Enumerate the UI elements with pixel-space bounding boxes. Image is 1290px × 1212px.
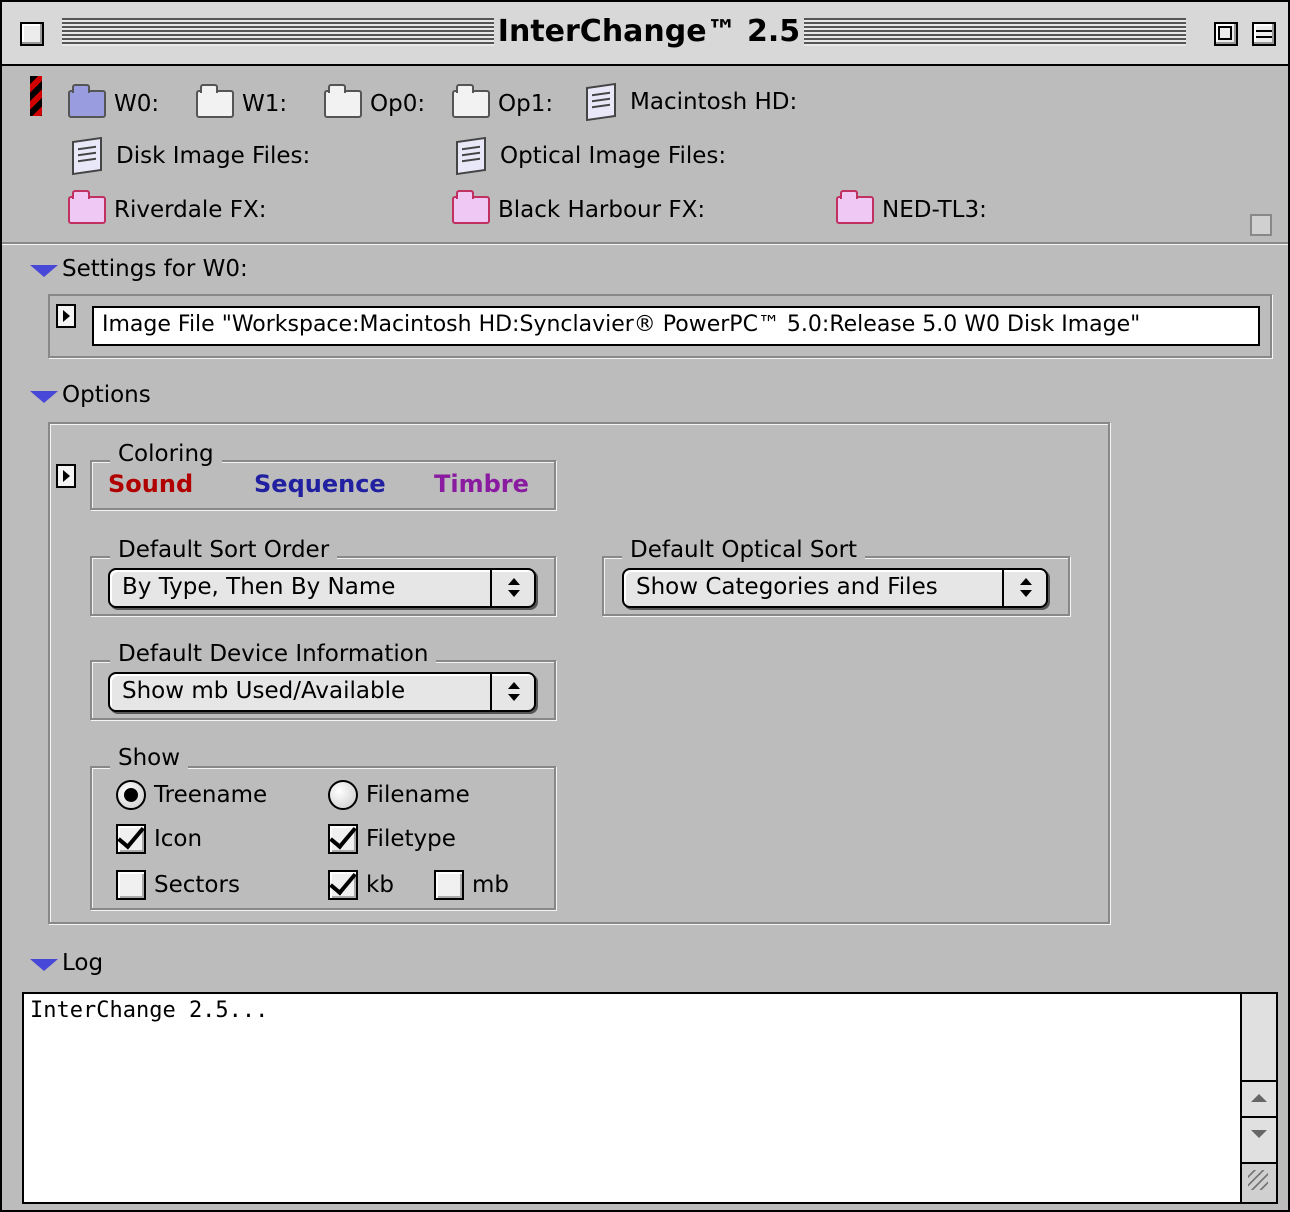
pane-resize-icon[interactable] <box>1250 214 1272 236</box>
disclosure-triangle-icon[interactable] <box>30 959 58 971</box>
device-info-label: Default Device Information <box>110 640 437 668</box>
drag-marker-icon[interactable] <box>30 76 42 116</box>
log-area[interactable]: InterChange 2.5... <box>22 992 1278 1204</box>
device-info-popup[interactable]: Show mb Used/Available <box>108 672 536 712</box>
window-title: InterChange™ 2.5 <box>494 14 804 50</box>
log-text: InterChange 2.5... <box>30 998 269 1023</box>
log-header: Log <box>62 950 104 976</box>
mb-label: mb <box>472 872 510 898</box>
volume-label: W0: <box>114 91 160 117</box>
checkbox-checked-icon[interactable] <box>328 824 358 854</box>
windowshade-box[interactable] <box>1252 22 1276 46</box>
scroll-up-arrow-icon[interactable] <box>1242 1080 1276 1116</box>
volume-label: Macintosh HD: <box>630 89 798 115</box>
settings-expand-icon[interactable] <box>56 304 76 328</box>
treename-label: Treename <box>154 782 268 808</box>
radio-unselected-icon[interactable] <box>328 780 358 810</box>
filetype-label: Filetype <box>366 826 456 852</box>
disclosure-triangle-icon[interactable] <box>30 265 58 277</box>
optical-sort-label: Default Optical Sort <box>622 536 866 564</box>
sort-order-value: By Type, Then By Name <box>122 574 396 600</box>
resize-grip-icon[interactable] <box>1242 1162 1276 1202</box>
popup-arrows-icon <box>490 674 534 710</box>
pane-divider[interactable] <box>2 242 1288 245</box>
optical-sort-value: Show Categories and Files <box>636 574 938 600</box>
title-bar-stripes-right <box>804 18 1186 46</box>
volume-label: Disk Image Files: <box>116 143 311 169</box>
volume-label: Optical Image Files: <box>500 143 727 169</box>
sectors-label: Sectors <box>154 872 240 898</box>
coloring-label: Coloring <box>110 440 222 468</box>
disk-icon <box>586 82 616 122</box>
settings-disclosure[interactable]: Settings for W0: <box>30 256 248 282</box>
volume-macintosh-hd[interactable]: Macintosh HD: <box>582 82 798 122</box>
log-disclosure[interactable]: Log <box>30 950 103 976</box>
volumes-pane: W0: W1: Op0: Op1: Macintosh HD: Disk Ima… <box>26 70 1280 242</box>
folder-icon <box>324 84 362 118</box>
volume-black-harbour-fx[interactable]: Black Harbour FX: <box>452 190 706 228</box>
sort-order-label: Default Sort Order <box>110 536 338 564</box>
volume-optical-image-files[interactable]: Optical Image Files: <box>452 136 727 176</box>
volume-w0[interactable]: W0: <box>68 84 160 122</box>
icon-checkbox[interactable]: Icon <box>116 824 202 854</box>
title-bar-stripes-left <box>62 18 494 46</box>
volume-op1[interactable]: Op1: <box>452 84 554 122</box>
zoom-box[interactable] <box>1214 22 1238 46</box>
volume-riverdale-fx[interactable]: Riverdale FX: <box>68 190 267 228</box>
folder-icon <box>68 84 106 118</box>
volume-ned-tl3[interactable]: NED-TL3: <box>836 190 987 228</box>
disclosure-triangle-icon[interactable] <box>30 391 58 403</box>
kb-checkbox[interactable]: kb <box>328 870 394 900</box>
sectors-checkbox[interactable]: Sectors <box>116 870 240 900</box>
folder-icon <box>452 84 490 118</box>
popup-arrows-icon <box>490 570 534 606</box>
icon-label: Icon <box>154 826 203 852</box>
show-label: Show <box>110 744 189 772</box>
volume-op0[interactable]: Op0: <box>324 84 426 122</box>
treename-radio[interactable]: Treename <box>116 780 267 810</box>
volume-label: NED-TL3: <box>882 197 987 223</box>
options-disclosure[interactable]: Options <box>30 382 151 408</box>
folder-icon <box>836 190 874 224</box>
volume-label: Op0: <box>370 91 426 117</box>
volume-disk-image-files[interactable]: Disk Image Files: <box>68 136 311 176</box>
coloring-sound[interactable]: Sound <box>108 470 193 498</box>
kb-label: kb <box>366 872 394 898</box>
checkbox-unchecked-icon[interactable] <box>116 870 146 900</box>
folder-icon <box>68 190 106 224</box>
checkbox-unchecked-icon[interactable] <box>434 870 464 900</box>
options-header: Options <box>62 382 151 408</box>
volume-label: Op1: <box>498 91 554 117</box>
sort-order-popup[interactable]: By Type, Then By Name <box>108 568 536 608</box>
optical-sort-popup[interactable]: Show Categories and Files <box>622 568 1048 608</box>
radio-selected-icon[interactable] <box>116 780 146 810</box>
checkbox-checked-icon[interactable] <box>328 870 358 900</box>
volume-label: Black Harbour FX: <box>498 197 706 223</box>
disk-icon <box>456 136 486 176</box>
coloring-timbre[interactable]: Timbre <box>434 470 529 498</box>
title-bar[interactable]: InterChange™ 2.5 <box>2 2 1288 66</box>
coloring-sequence[interactable]: Sequence <box>254 470 386 498</box>
checkbox-checked-icon[interactable] <box>116 824 146 854</box>
coloring-expand-icon[interactable] <box>56 464 76 488</box>
folder-icon <box>196 84 234 118</box>
scroll-down-arrow-icon[interactable] <box>1242 1116 1276 1152</box>
disk-icon <box>72 136 102 176</box>
mb-checkbox[interactable]: mb <box>434 870 509 900</box>
filename-label: Filename <box>366 782 470 808</box>
folder-icon <box>452 190 490 224</box>
device-info-value: Show mb Used/Available <box>122 678 406 704</box>
image-file-path[interactable]: Image File "Workspace:Macintosh HD:Syncl… <box>92 306 1260 346</box>
log-scrollbar[interactable] <box>1240 994 1276 1202</box>
interchange-window: InterChange™ 2.5 W0: W1: Op0: Op1: Macin… <box>0 0 1290 1212</box>
filename-radio[interactable]: Filename <box>328 780 470 810</box>
volume-label: W1: <box>242 91 288 117</box>
filetype-checkbox[interactable]: Filetype <box>328 824 456 854</box>
volume-label: Riverdale FX: <box>114 197 267 223</box>
close-box[interactable] <box>20 22 44 46</box>
popup-arrows-icon <box>1002 570 1046 606</box>
volume-w1[interactable]: W1: <box>196 84 288 122</box>
settings-header: Settings for W0: <box>62 256 248 282</box>
